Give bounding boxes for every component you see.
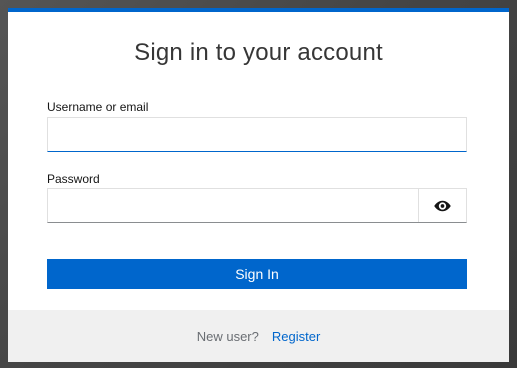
username-label: Username or email [47, 100, 149, 114]
page-title: Sign in to your account [134, 39, 383, 66]
username-field-container [47, 117, 467, 152]
register-link[interactable]: Register [272, 329, 320, 344]
username-input[interactable] [48, 118, 466, 151]
eye-icon [434, 200, 451, 212]
password-label: Password [47, 172, 100, 186]
show-password-button[interactable] [418, 189, 466, 222]
login-card: Sign in to your account Username or emai… [8, 8, 509, 362]
password-field-container [47, 188, 467, 223]
new-user-text: New user? [196, 328, 259, 344]
sign-in-button[interactable]: Sign In [47, 259, 467, 289]
registration-footer: New user? Register [8, 310, 509, 362]
password-input[interactable] [48, 189, 420, 222]
